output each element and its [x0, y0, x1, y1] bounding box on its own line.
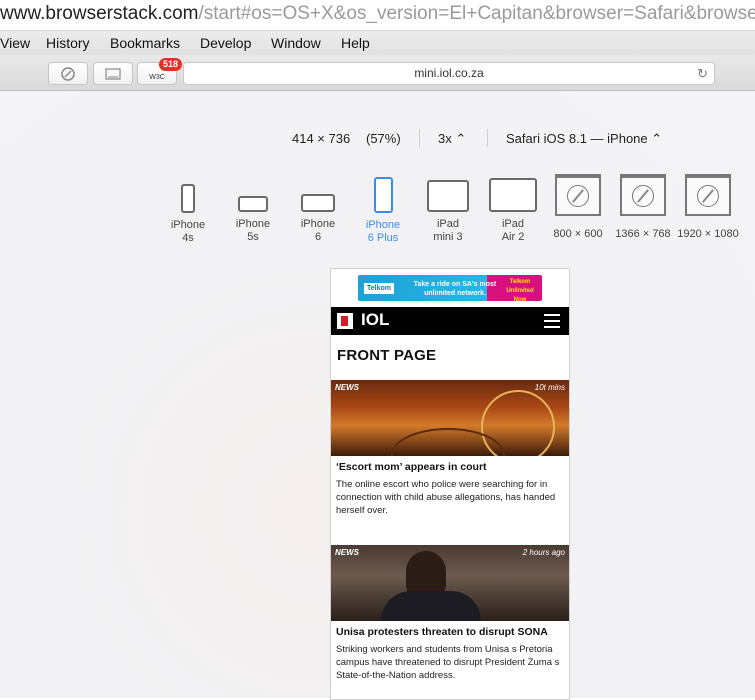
- screen-button[interactable]: [93, 62, 133, 85]
- device-1920x1080[interactable]: 1920 × 1080: [668, 174, 748, 241]
- w3c-validator-button[interactable]: W3C 518: [137, 62, 177, 85]
- extension-button[interactable]: [48, 62, 88, 85]
- compass-icon: [632, 185, 654, 207]
- site-name[interactable]: IOL: [361, 310, 389, 330]
- address-field[interactable]: mini.iol.co.za ↻: [183, 62, 715, 85]
- site-header: IOL: [331, 307, 569, 335]
- viewport-dimensions: 414 × 736: [292, 131, 350, 146]
- menu-help[interactable]: Help: [341, 31, 370, 55]
- iphone-icon: [181, 184, 195, 213]
- menu-view[interactable]: View: [0, 31, 30, 55]
- viewport-percent: (57%): [366, 131, 401, 146]
- w3c-label: W3C: [149, 74, 165, 81]
- desktop-icon: [685, 174, 731, 216]
- address-text: mini.iol.co.za: [414, 66, 483, 80]
- desktop-icon: [620, 174, 666, 216]
- advert-banner[interactable]: Telkom Take a ride on SA's most unlimite…: [358, 275, 542, 301]
- menu-bar: View History Bookmarks Develop Window He…: [0, 31, 755, 55]
- ad-promo: Telkom Unlimited Now: [504, 278, 536, 305]
- story-summary: The online escort who police were search…: [336, 478, 564, 517]
- rocket-icon: [60, 66, 76, 82]
- iphone-icon: [374, 177, 393, 213]
- user-agent-select[interactable]: Safari iOS 8.1 — iPhone ⌃: [506, 131, 662, 147]
- divider: [487, 129, 488, 147]
- divider: [419, 129, 420, 147]
- phone-viewport[interactable]: Telkom Take a ride on SA's most unlimite…: [330, 268, 570, 700]
- compass-icon: [567, 185, 589, 207]
- screen-icon: [105, 68, 121, 80]
- story-summary: Striking workers and students from Unisa…: [336, 643, 564, 682]
- iol-logo-icon[interactable]: [337, 313, 353, 329]
- menu-history[interactable]: History: [46, 31, 90, 55]
- reload-icon[interactable]: ↻: [697, 63, 708, 84]
- story-time: 2 hours ago: [523, 548, 565, 557]
- desktop-icon: [555, 174, 601, 216]
- menu-bookmarks[interactable]: Bookmarks: [110, 31, 180, 55]
- url-path: /start#os=OS+X&os_version=El+Capitan&bro…: [199, 3, 755, 24]
- url-bar[interactable]: www.browserstack.com/start#os=OS+X&os_ve…: [0, 0, 755, 31]
- url-host: www.browserstack.com: [0, 3, 199, 24]
- story-headline[interactable]: ‘Escort mom’ appears in court: [336, 461, 564, 473]
- story-time: 10t mins: [535, 383, 565, 392]
- ipad-icon: [489, 178, 537, 212]
- notification-badge: 518: [159, 58, 182, 71]
- menu-icon[interactable]: [544, 314, 560, 328]
- story-image[interactable]: NEWS 2 hours ago: [331, 545, 569, 621]
- image-detail: [381, 591, 481, 621]
- story-tag: NEWS: [335, 383, 359, 392]
- ad-brand: Telkom: [364, 283, 394, 294]
- story-headline[interactable]: Unisa protesters threaten to disrupt SON…: [336, 626, 564, 638]
- device-label: 1920 × 1080: [668, 228, 748, 241]
- iphone-icon: [238, 196, 268, 212]
- responsive-design-area: 414 × 736 (57%) 3x ⌃ Safari iOS 8.1 — iP…: [0, 91, 755, 698]
- scale-select[interactable]: 3x ⌃: [438, 131, 466, 147]
- story-tag: NEWS: [335, 548, 359, 557]
- compass-icon: [697, 185, 719, 207]
- ad-copy: Take a ride on SA's most unlimited netwo…: [410, 280, 500, 298]
- story-image[interactable]: NEWS 10t mins: [331, 380, 569, 456]
- iphone-icon: [301, 194, 335, 212]
- menu-develop[interactable]: Develop: [200, 31, 251, 55]
- ipad-icon: [427, 180, 469, 212]
- menu-window[interactable]: Window: [271, 31, 321, 55]
- section-title: FRONT PAGE: [337, 347, 436, 364]
- toolbar: W3C 518 mini.iol.co.za ↻: [0, 55, 755, 91]
